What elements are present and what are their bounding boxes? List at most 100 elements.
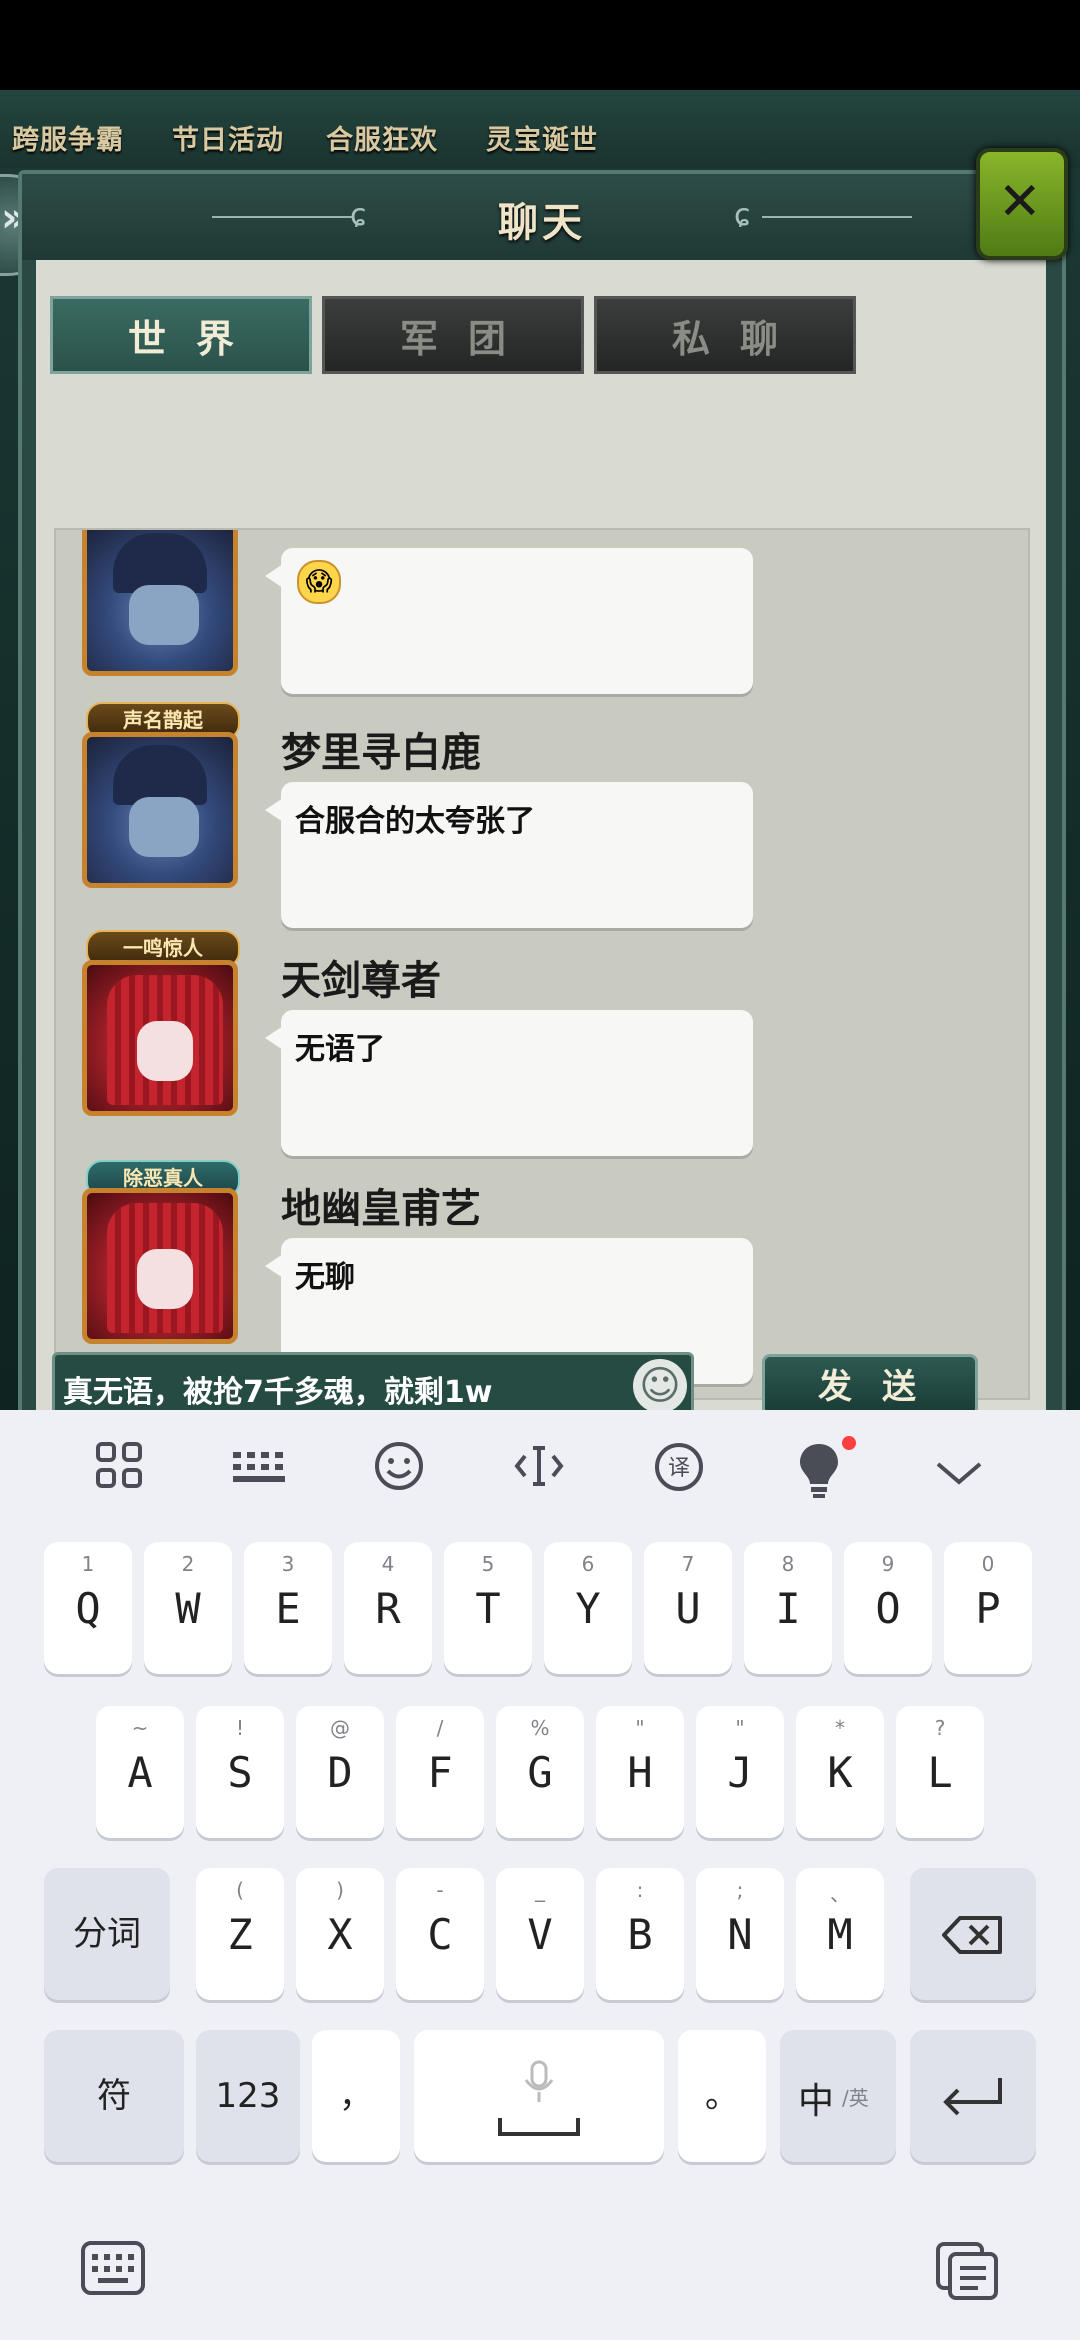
key-sub: ( (236, 1878, 244, 1902)
key-i[interactable]: 8I (744, 1542, 832, 1674)
key-n[interactable]: ; N (696, 1868, 784, 2000)
avatar[interactable] (82, 732, 238, 888)
lightbulb-ad-icon[interactable] (784, 1440, 854, 1510)
key-sub: " (735, 1716, 745, 1740)
key-h[interactable]: " H (596, 1706, 684, 1838)
key-p[interactable]: 0P (944, 1542, 1032, 1674)
comma-key[interactable]: ， (312, 2030, 400, 2162)
key-label: L (927, 1748, 953, 1797)
space-icon (498, 2118, 580, 2136)
key-b[interactable]: :B (596, 1868, 684, 2000)
key-label: 123 (215, 2076, 281, 2116)
sender-name[interactable]: 梦里寻白鹿 (281, 720, 481, 778)
tab-world[interactable]: 世界 (50, 296, 312, 374)
nav-festival-events[interactable]: 节日活动 (172, 118, 284, 157)
key-label: D (327, 1748, 353, 1797)
keyboard-layout-icon[interactable] (224, 1440, 294, 1510)
key-j[interactable]: " J (696, 1706, 784, 1838)
key-label: Z (227, 1910, 253, 1959)
status-bar (0, 0, 1080, 90)
key-sub: ~ (131, 1716, 149, 1740)
space-key[interactable] (414, 2030, 664, 2162)
soft-keyboard: 译 1Q 2W 3E 4R 5T 6Y 7U 8I 9O 0P ~ A ! S @ D… (0, 1410, 1080, 2340)
key-d[interactable]: @ D (296, 1706, 384, 1838)
nav-cross-server[interactable]: 跨服争霸 (12, 118, 124, 157)
chat-title: 聊天 (498, 199, 586, 246)
period-key[interactable]: 。 (678, 2030, 766, 2162)
key-label: B (627, 1910, 653, 1959)
key-t[interactable]: 5T (444, 1542, 532, 1674)
key-label: K (827, 1748, 853, 1797)
key-label: R (375, 1584, 401, 1633)
message-bubble: 无语了 (265, 1010, 753, 1156)
key-e[interactable]: 3E (244, 1542, 332, 1674)
key-a[interactable]: ~ A (96, 1706, 184, 1838)
avatar[interactable] (82, 960, 238, 1116)
message-bubble: 😱 (265, 548, 753, 694)
key-label: Q (75, 1584, 101, 1633)
key-sub: 0 (981, 1552, 995, 1576)
segment-key[interactable]: 分词 (44, 1868, 170, 2000)
translate-icon[interactable]: 译 (644, 1440, 714, 1510)
message-text: 合服合的太夸张了 (295, 804, 535, 839)
key-q[interactable]: 1Q (44, 1542, 132, 1674)
key-label: 中 (798, 2081, 835, 2122)
key-u[interactable]: 7U (644, 1542, 732, 1674)
key-sub: ) (336, 1878, 344, 1902)
key-v[interactable]: _ V (496, 1868, 584, 2000)
cursor-icon[interactable] (504, 1440, 574, 1510)
enter-icon (943, 2078, 1002, 2116)
close-button[interactable]: ✕ (976, 148, 1068, 260)
chat-message-list[interactable]: 😱 声名鹊起 梦里寻白鹿 合服合的太夸张了 一鸣惊人 天剑尊者 无语了 除恶真人… (54, 528, 1030, 1400)
symbol-key[interactable]: 符 (44, 2030, 184, 2162)
backspace-key[interactable] (910, 1868, 1036, 2000)
avatar[interactable] (82, 530, 238, 676)
sender-name[interactable]: 天剑尊者 (281, 948, 441, 1006)
key-z[interactable]: (Z (196, 1868, 284, 2000)
enter-key[interactable] (910, 2030, 1036, 2162)
key-label: G (527, 1748, 553, 1797)
key-s[interactable]: ! S (196, 1706, 284, 1838)
keyboard-switch-icon[interactable] (80, 2240, 146, 2300)
swirl-ornament-icon: ɕ (734, 198, 751, 233)
emoji-face-icon[interactable] (364, 1440, 434, 1510)
key-k[interactable]: * K (796, 1706, 884, 1838)
key-f[interactable]: / F (396, 1706, 484, 1838)
collapse-chevron-icon[interactable] (924, 1440, 994, 1510)
key-c[interactable]: -C (396, 1868, 484, 2000)
key-x[interactable]: ) X (296, 1868, 384, 2000)
key-sub: " (635, 1716, 645, 1740)
key-sub: ; (736, 1878, 744, 1902)
number-key[interactable]: 123 (196, 2030, 300, 2162)
game-screen: 跨服争霸 节日活动 合服狂欢 灵宝诞世 » ɕ 聊天 ɕ ✕ 世界 军团 私聊 … (0, 90, 1080, 1410)
key-label: U (675, 1584, 701, 1633)
key-label: P (975, 1584, 1001, 1633)
key-label: Y (575, 1584, 601, 1633)
keyboard-toolbar: 译 (0, 1410, 1080, 1540)
key-y[interactable]: 6Y (544, 1542, 632, 1674)
key-sub: 8 (781, 1552, 795, 1576)
sender-name[interactable]: 地幽皇甫艺 (281, 1176, 481, 1234)
avatar[interactable] (82, 1188, 238, 1344)
tab-private[interactable]: 私聊 (594, 296, 856, 374)
key-r[interactable]: 4R (344, 1542, 432, 1674)
key-m[interactable]: 、 M (796, 1868, 884, 2000)
nav-merge-carnival[interactable]: 合服狂欢 (326, 118, 438, 157)
chat-input[interactable]: 真无语，被抢7千多魂，就剩1w ☺ (52, 1352, 694, 1410)
key-sub: / (436, 1716, 444, 1740)
send-button[interactable]: 发送 (762, 1354, 978, 1410)
language-switch-key[interactable]: 中 /英 (780, 2030, 896, 2162)
microphone-icon (524, 2060, 554, 2102)
key-g[interactable]: % G (496, 1706, 584, 1838)
key-w[interactable]: 2W (144, 1542, 232, 1674)
clipboard-icon[interactable] (934, 2240, 1000, 2300)
emoji-picker-icon[interactable]: ☺ (633, 1359, 687, 1410)
key-o[interactable]: 9O (844, 1542, 932, 1674)
key-label: 。 (705, 2076, 739, 2116)
key-sub: 7 (681, 1552, 695, 1576)
tab-legion[interactable]: 军团 (322, 296, 584, 374)
key-l[interactable]: ? L (896, 1706, 984, 1838)
grid-icon[interactable] (84, 1440, 154, 1510)
nav-lingbao[interactable]: 灵宝诞世 (486, 118, 598, 157)
key-label: T (475, 1584, 501, 1633)
